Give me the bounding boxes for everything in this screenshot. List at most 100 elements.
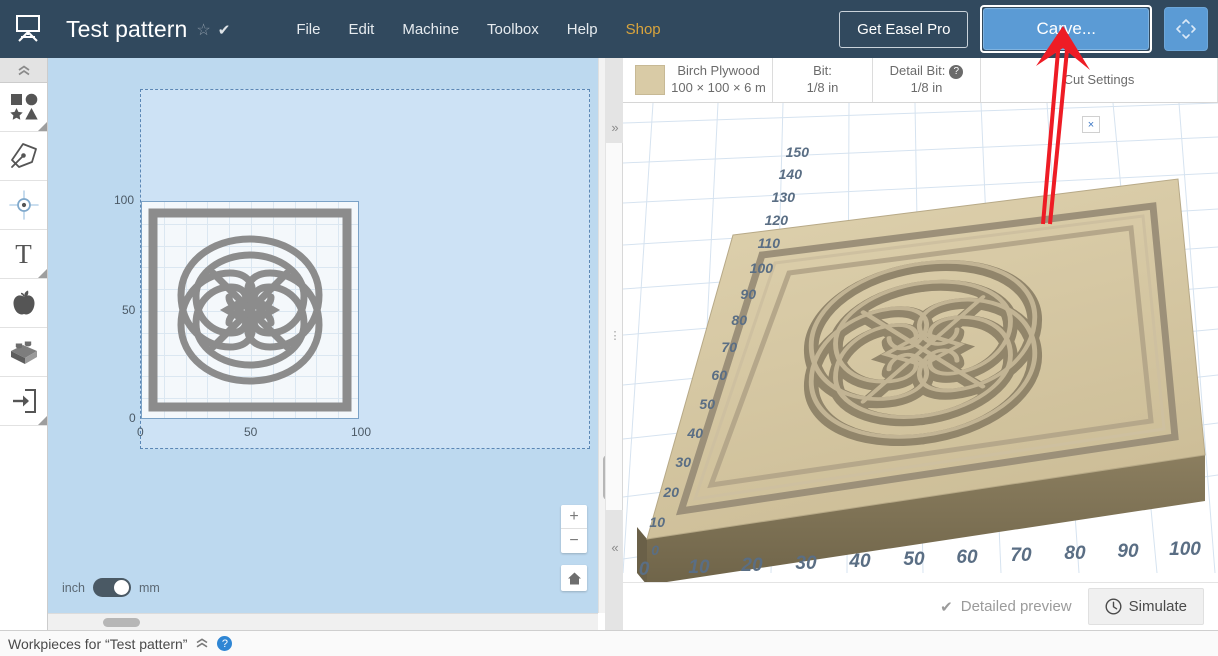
svg-text:90: 90 (1117, 541, 1139, 562)
text-icon: T (15, 241, 32, 268)
easel-logo-icon[interactable] (0, 0, 56, 58)
canvas-horizontal-scrollbar[interactable] (48, 613, 598, 630)
help-icon[interactable]: ? (949, 65, 963, 79)
bit-label: Bit: (813, 63, 832, 80)
menu-file[interactable]: File (282, 15, 334, 44)
menu-help[interactable]: Help (553, 15, 612, 44)
svg-text:100: 100 (750, 260, 774, 276)
saved-check-icon: ✔ (218, 23, 231, 38)
detail-bit-label: Detail Bit: (890, 63, 946, 80)
rail-collapse-button[interactable] (0, 58, 47, 83)
svg-text:140: 140 (779, 166, 803, 182)
svg-text:80: 80 (1064, 543, 1086, 564)
lego-blocks-icon (9, 339, 39, 365)
bit-cell[interactable]: Bit: 1/8 in (773, 58, 873, 102)
canvas-hscroll-thumb[interactable] (103, 618, 140, 627)
svg-text:90: 90 (740, 286, 756, 302)
celtic-knot-design[interactable] (141, 201, 359, 419)
simulate-label: Simulate (1129, 598, 1187, 615)
unit-toggle[interactable]: inch mm (62, 578, 160, 597)
clock-icon (1105, 598, 1122, 615)
close-icon[interactable]: × (1082, 116, 1100, 133)
workpieces-label: Workpieces for “Test pattern” (8, 636, 187, 652)
svg-text:110: 110 (758, 235, 781, 251)
drag-dots-icon[interactable]: ⋮ (606, 334, 624, 338)
material-cell[interactable]: Birch Plywood 100 × 100 × 6 m (623, 58, 773, 102)
detail-bit-value: 1/8 in (911, 80, 943, 97)
panel-splitter[interactable]: » ⋮ « (605, 58, 623, 630)
sidebar-item-pen[interactable] (0, 132, 47, 181)
zoom-controls: + − (561, 505, 587, 553)
material-swatch (635, 65, 665, 95)
preview-3d-stage[interactable]: 0 10 20 30 40 50 60 70 80 90 100 110 120… (623, 103, 1218, 582)
canvas-x-tick-50: 50 (244, 425, 257, 439)
unit-switch[interactable] (93, 578, 131, 597)
carve-button[interactable]: Carve... (983, 8, 1149, 50)
menu-toolbox[interactable]: Toolbox (473, 15, 553, 44)
home-icon[interactable] (561, 565, 587, 591)
svg-text:40: 40 (848, 551, 871, 572)
detailed-preview-check-icon: ✔ (940, 598, 953, 616)
app-header: Test pattern ☆ ✔ File Edit Machine Toolb… (0, 0, 1218, 58)
carve-button-focus-ring: Carve... (980, 5, 1152, 53)
zoom-out-button[interactable]: − (561, 529, 587, 553)
svg-text:60: 60 (711, 367, 727, 383)
design-canvas-2d[interactable]: 100 50 0 0 50 100 inch mm + − (48, 58, 598, 613)
menu-edit[interactable]: Edit (334, 15, 388, 44)
easel-app-window: Test pattern ☆ ✔ File Edit Machine Toolb… (0, 0, 1218, 656)
svg-text:70: 70 (721, 339, 737, 355)
menu-shop[interactable]: Shop (612, 15, 675, 44)
canvas-x-tick-100: 100 (351, 425, 371, 439)
detailed-preview-label: Detailed preview (961, 598, 1072, 615)
bit-value: 1/8 in (807, 80, 839, 97)
title-actions: ☆ ✔ (196, 23, 230, 39)
canvas-y-tick-100: 100 (114, 193, 134, 207)
apple-icon (11, 289, 37, 317)
preview-footer: ✔ Detailed preview Simulate (623, 582, 1218, 630)
svg-text:120: 120 (765, 212, 789, 228)
get-easel-pro-button[interactable]: Get Easel Pro (839, 11, 968, 48)
svg-text:0: 0 (651, 542, 659, 558)
pen-tool-icon (10, 142, 38, 170)
target-center-icon (9, 190, 39, 220)
canvas-x-tick-0: 0 (137, 425, 144, 439)
sidebar-item-text[interactable]: T (0, 230, 47, 279)
svg-text:20: 20 (662, 484, 679, 500)
favorite-star-icon[interactable]: ☆ (196, 23, 210, 39)
svg-text:30: 30 (675, 454, 691, 470)
main-menu: File Edit Machine Toolbox Help Shop (282, 15, 674, 44)
header-actions: Get Easel Pro Carve... (839, 0, 1218, 58)
svg-text:0: 0 (639, 559, 650, 580)
sidebar-item-apps[interactable] (0, 279, 47, 328)
sidebar-item-shapes[interactable] (0, 83, 47, 132)
left-tool-rail: T (0, 58, 48, 630)
canvas-y-tick-50: 50 (122, 303, 135, 317)
detail-bit-cell[interactable]: Detail Bit: ? 1/8 in (873, 58, 981, 102)
import-icon (11, 388, 37, 414)
carve-preview-render: 0 10 20 30 40 50 60 70 80 90 100 110 120… (623, 103, 1218, 582)
svg-text:40: 40 (686, 425, 703, 441)
zoom-in-button[interactable]: + (561, 505, 587, 529)
sidebar-item-center[interactable] (0, 181, 47, 230)
chevron-up-double-icon[interactable] (195, 637, 209, 651)
svg-text:150: 150 (786, 144, 810, 160)
svg-text:30: 30 (795, 553, 817, 574)
shapes-more-corner-icon (38, 122, 47, 131)
simulate-button[interactable]: Simulate (1088, 588, 1204, 625)
svg-text:130: 130 (772, 189, 796, 205)
shapes-icon (10, 93, 38, 121)
text-more-corner-icon (38, 269, 47, 278)
chevron-left-double-icon[interactable]: « (606, 510, 624, 630)
cut-settings-button[interactable]: Cut Settings (981, 58, 1218, 102)
help-icon[interactable]: ? (217, 636, 232, 651)
sidebar-item-import[interactable] (0, 377, 47, 426)
move-arrows-icon[interactable] (1164, 7, 1208, 51)
sidebar-item-blocks[interactable] (0, 328, 47, 377)
detailed-preview-toggle[interactable]: ✔ Detailed preview (924, 598, 1087, 616)
chevron-right-double-icon[interactable]: » (606, 58, 624, 143)
preview-3d-panel[interactable]: Birch Plywood 100 × 100 × 6 m Bit: 1/8 i… (623, 58, 1218, 630)
svg-text:10: 10 (688, 557, 710, 578)
svg-text:10: 10 (649, 514, 665, 530)
menu-machine[interactable]: Machine (388, 15, 473, 44)
svg-text:50: 50 (699, 396, 715, 412)
